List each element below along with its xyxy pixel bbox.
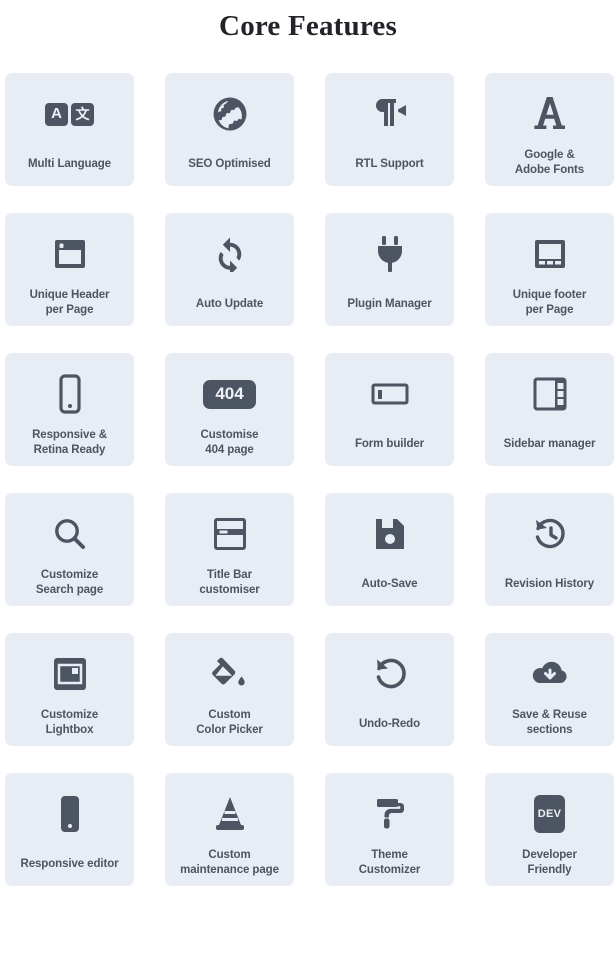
feature-label: Custom maintenance page [180, 849, 279, 876]
mobile-phone-outline-icon [57, 371, 83, 417]
feature-card-title-bar[interactable]: Title Bar customiser [165, 493, 294, 606]
feature-card-theme-customizer[interactable]: Theme Customizer [325, 773, 454, 886]
feature-card-color-picker[interactable]: Custom Color Picker [165, 633, 294, 746]
feature-label: Unique footer per Page [512, 289, 587, 316]
history-clock-icon [532, 511, 568, 557]
feature-label: Multi Language [28, 158, 111, 170]
paragraph-rtl-icon [370, 91, 410, 137]
paint-bucket-icon [211, 651, 249, 697]
feature-card-sidebar-manager[interactable]: Sidebar manager [485, 353, 614, 466]
feature-label: RTL Support [355, 158, 424, 170]
feature-card-revision-history[interactable]: Revision History [485, 493, 614, 606]
feature-label: Undo-Redo [358, 718, 421, 730]
feature-card-customise-404[interactable]: 404 Customise 404 page [165, 353, 294, 466]
globe-icon [211, 91, 249, 137]
feature-label: Developer Friendly [522, 849, 577, 876]
feature-card-multi-language[interactable]: A 文 Multi Language [5, 73, 134, 186]
feature-label: Auto Update [195, 298, 264, 310]
feature-card-auto-save[interactable]: Auto-Save [325, 493, 454, 606]
feature-card-google-adobe-fonts[interactable]: Google & Adobe Fonts [485, 73, 614, 186]
feature-card-seo-optimised[interactable]: SEO Optimised [165, 73, 294, 186]
sidebar-layout-icon [532, 371, 568, 417]
translate-icon-letter-a: A [45, 102, 68, 126]
feature-label: Unique Header per Page [29, 289, 110, 316]
feature-card-customize-lightbox[interactable]: Customize Lightbox [5, 633, 134, 746]
lightbox-image-icon [53, 651, 87, 697]
feature-label: Responsive editor [20, 858, 119, 870]
feature-card-customize-search[interactable]: Customize Search page [5, 493, 134, 606]
feature-card-undo-redo[interactable]: Undo-Redo [325, 633, 454, 746]
mobile-phone-filled-icon [57, 791, 83, 837]
refresh-sync-icon [212, 231, 248, 277]
feature-label: Sidebar manager [503, 438, 596, 450]
feature-label: Auto-Save [361, 578, 418, 590]
feature-label: Form builder [354, 438, 425, 450]
feature-label: Responsive & Retina Ready [32, 429, 107, 456]
feature-card-maintenance-page[interactable]: Custom maintenance page [165, 773, 294, 886]
feature-card-unique-footer[interactable]: Unique footer per Page [485, 213, 614, 326]
translate-icon-letter-cjk: 文 [71, 102, 94, 126]
dev-badge-text: DEV [534, 795, 565, 833]
feature-label: SEO Optimised [188, 158, 271, 170]
page-title: Core Features [219, 10, 397, 42]
feature-label: Customise 404 page [200, 429, 259, 456]
feature-card-auto-update[interactable]: Auto Update [165, 213, 294, 326]
font-letter-a-icon [533, 91, 567, 137]
features-grid: A 文 Multi Language SEO Optimised RTL Sup… [0, 44, 616, 886]
dev-badge-icon: DEV [534, 791, 565, 837]
feature-card-form-builder[interactable]: Form builder [325, 353, 454, 466]
cloud-download-icon [530, 651, 570, 697]
floppy-disk-icon [374, 511, 406, 557]
feature-label: Google & Adobe Fonts [514, 149, 585, 176]
feature-card-save-reuse[interactable]: Save & Reuse sections [485, 633, 614, 746]
translate-icon: A 文 [45, 91, 94, 137]
feature-card-rtl-support[interactable]: RTL Support [325, 73, 454, 186]
feature-label: Customize Lightbox [40, 709, 99, 736]
feature-label: Theme Customizer [358, 849, 421, 876]
feature-card-unique-header[interactable]: Unique Header per Page [5, 213, 134, 326]
feature-label: Custom Color Picker [196, 709, 263, 736]
form-input-icon [371, 371, 409, 417]
feature-card-responsive-retina[interactable]: Responsive & Retina Ready [5, 353, 134, 466]
feature-label: Plugin Manager [347, 298, 432, 310]
badge-404-text: 404 [203, 379, 256, 409]
undo-arrow-icon [372, 651, 408, 697]
feature-card-developer-friendly[interactable]: DEV Developer Friendly [485, 773, 614, 886]
features-page: Core Features A 文 Multi Language SEO Opt… [0, 0, 616, 975]
window-titlebar-icon [213, 511, 247, 557]
traffic-cone-icon [212, 791, 248, 837]
magnifier-icon [53, 511, 87, 557]
badge-404-icon: 404 [203, 371, 256, 417]
window-header-icon [52, 231, 88, 277]
paint-roller-icon [372, 791, 408, 837]
feature-card-plugin-manager[interactable]: Plugin Manager [325, 213, 454, 326]
feature-label: Revision History [504, 578, 595, 590]
feature-label: Save & Reuse sections [512, 709, 587, 736]
plug-icon [374, 231, 406, 277]
feature-label: Title Bar customiser [199, 569, 260, 596]
window-footer-icon [532, 231, 568, 277]
feature-label: Customize Search page [35, 569, 104, 596]
feature-card-responsive-editor[interactable]: Responsive editor [5, 773, 134, 886]
